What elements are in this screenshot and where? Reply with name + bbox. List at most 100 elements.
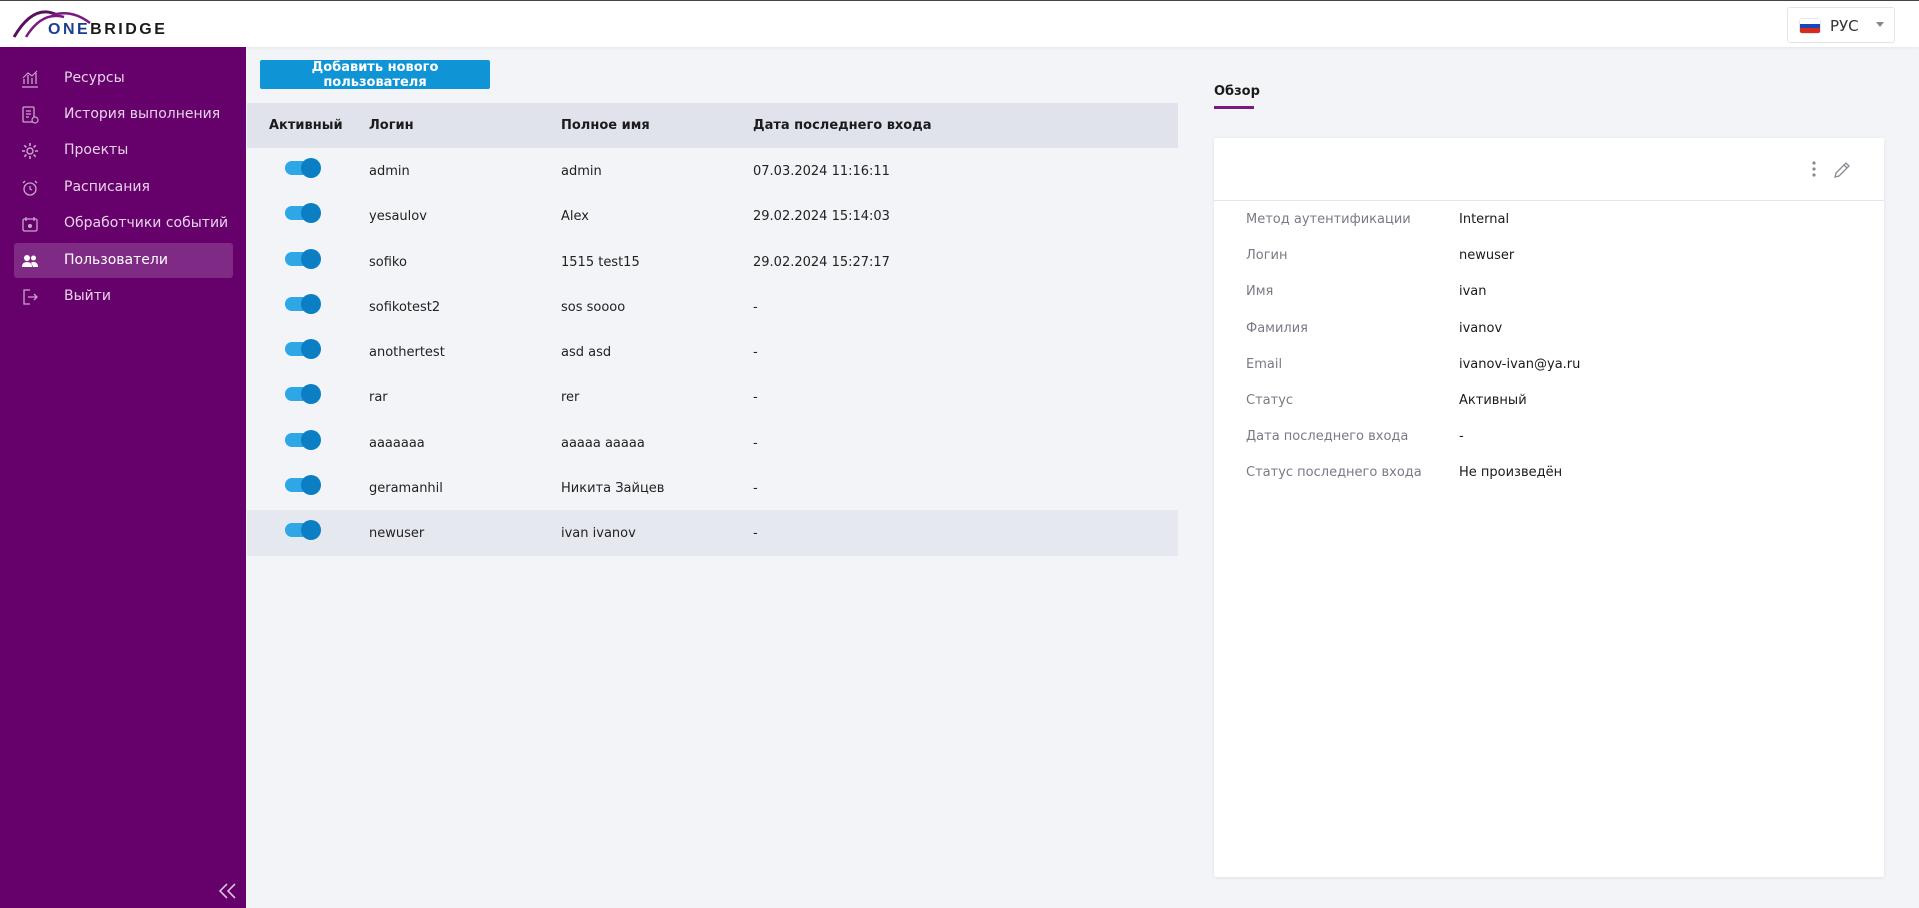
cell-last-login: - [753,299,758,315]
sidebar-item-label: Проекты [64,142,129,158]
property-value: ivan [1459,284,1487,300]
active-toggle[interactable] [285,475,321,496]
property-label: Email [1246,356,1283,372]
property-label: Статус последнего входа [1246,465,1422,481]
table-row[interactable]: anothertest asd asd - [247,329,1178,374]
toggle-knob [301,339,321,360]
russian-flag-icon [1800,19,1820,33]
cell-login: newuser [369,526,425,542]
cell-full-name: asd asd [561,345,612,361]
cell-full-name: rer [561,390,580,406]
active-toggle[interactable] [285,248,321,269]
add-user-button[interactable]: Добавить нового пользователя [260,60,490,90]
sidebar-item-logout[interactable]: Выйти [14,279,233,314]
property-label: Фамилия [1246,320,1308,336]
logo-text: ONEBRIDGE [48,21,168,38]
column-header-last-login[interactable]: Дата последнего входа [753,118,932,133]
toggle-knob [301,520,321,541]
history-icon [22,106,39,124]
toggle-knob [301,158,321,178]
users-icon [22,255,38,267]
cell-last-login: - [753,481,758,497]
cell-full-name: ivan ivanov [561,526,636,542]
cell-last-login: - [753,345,758,361]
logout-icon [23,289,38,305]
user-details-card: Метод аутентификации Internal Логин newuser… [1214,138,1884,877]
toggle-knob [301,203,321,224]
alarm-clock-icon [22,180,38,196]
active-toggle[interactable] [285,293,321,314]
column-header-full-name[interactable]: Полное имя [561,118,650,133]
sidebar-item-event-handlers[interactable]: Обработчики событий [14,206,233,241]
property-label: Логин [1246,248,1288,264]
sidebar-item-label: Ресурсы [64,70,125,86]
sidebar-item-users[interactable]: Пользователи [14,243,233,278]
property-value: ivanov-ivan@ya.ru [1459,356,1581,372]
column-header-active[interactable]: Активный [269,118,343,133]
cell-login: sofikotest2 [369,299,441,315]
edit-pencil-icon[interactable] [1832,160,1852,180]
table-row[interactable]: aaaaaaa aaaaa aaaaa - [247,420,1178,465]
property-value: Internal [1459,212,1510,227]
property-label: Имя [1246,284,1274,300]
cell-login: rar [369,390,388,406]
collapse-sidebar-icon[interactable] [216,882,240,900]
table-row[interactable]: yesaulov Alex 29.02.2024 15:14:03 [247,193,1178,238]
more-vertical-icon[interactable] [1811,160,1817,178]
cell-last-login: - [753,526,758,542]
sidebar-item-resources[interactable]: Ресурсы [14,61,233,96]
sidebar-item-history[interactable]: История выполнения [14,97,233,132]
cell-login: yesaulov [369,209,427,225]
table-row[interactable]: sofikotest2 sos soooo - [247,284,1178,329]
sidebar-item-label: Обработчики событий [64,215,229,231]
cell-login: sofiko [369,254,407,270]
sidebar-item-label: Расписания [64,179,150,195]
sidebar-item-label: Пользователи [64,252,168,268]
property-label: Дата последнего входа [1246,429,1409,445]
tab-overview[interactable]: Обзор [1214,84,1260,99]
column-header-login[interactable]: Логин [369,118,414,133]
toggle-knob [301,429,321,450]
active-toggle[interactable] [285,384,321,405]
cell-full-name: Alex [561,209,589,225]
toggle-knob [301,248,321,269]
sidebar-item-label: Выйти [64,288,112,304]
property-value: newuser [1459,248,1515,264]
cell-login: admin [369,164,410,179]
active-toggle[interactable] [285,158,321,178]
cell-full-name: Никита Зайцев [561,481,665,497]
sidebar: Ресурсы История выполнения Проекты Распи… [0,47,246,908]
toggle-knob [301,475,321,496]
active-toggle[interactable] [285,520,321,541]
table-row[interactable]: admin admin 07.03.2024 11:16:11 [247,148,1178,193]
sidebar-item-label: История выполнения [64,106,221,122]
property-label: Метод аутентификации [1246,212,1411,227]
property-label: Статус [1246,393,1294,408]
table-row[interactable]: geramanhil Никита Зайцев - [247,465,1178,510]
onebridge-logo[interactable]: ONEBRIDGE [12,7,172,41]
table-body: admin admin 07.03.2024 11:16:11 yesaulov Ale… [247,148,1178,556]
chart-icon [22,70,38,88]
sidebar-item-projects[interactable]: Проекты [14,133,233,168]
gear-icon [22,143,38,159]
event-icon [22,217,38,232]
cell-full-name: aaaaa aaaaa [561,435,645,451]
active-toggle[interactable] [285,339,321,360]
cell-last-login: 29.02.2024 15:27:17 [753,254,890,270]
language-selector[interactable]: РУС [1787,7,1895,43]
cell-login: aaaaaaa [369,435,425,451]
toggle-knob [301,384,321,405]
table-row[interactable]: newuser ivan ivanov - [247,510,1178,556]
cell-full-name: admin [561,164,602,179]
active-toggle[interactable] [285,429,321,450]
users-table: Активный Логин Полное имя Дата последнег… [247,103,1178,556]
sidebar-item-schedules[interactable]: Расписания [14,170,233,205]
table-row[interactable]: sofiko 1515 test15 29.02.2024 15:27:17 [247,239,1178,284]
chevron-down-icon [1876,22,1884,27]
divider [1214,200,1884,201]
active-toggle[interactable] [285,203,321,224]
language-label: РУС [1830,17,1859,35]
cell-last-login: - [753,435,758,451]
table-row[interactable]: rar rer - [247,374,1178,419]
toggle-knob [301,293,321,314]
